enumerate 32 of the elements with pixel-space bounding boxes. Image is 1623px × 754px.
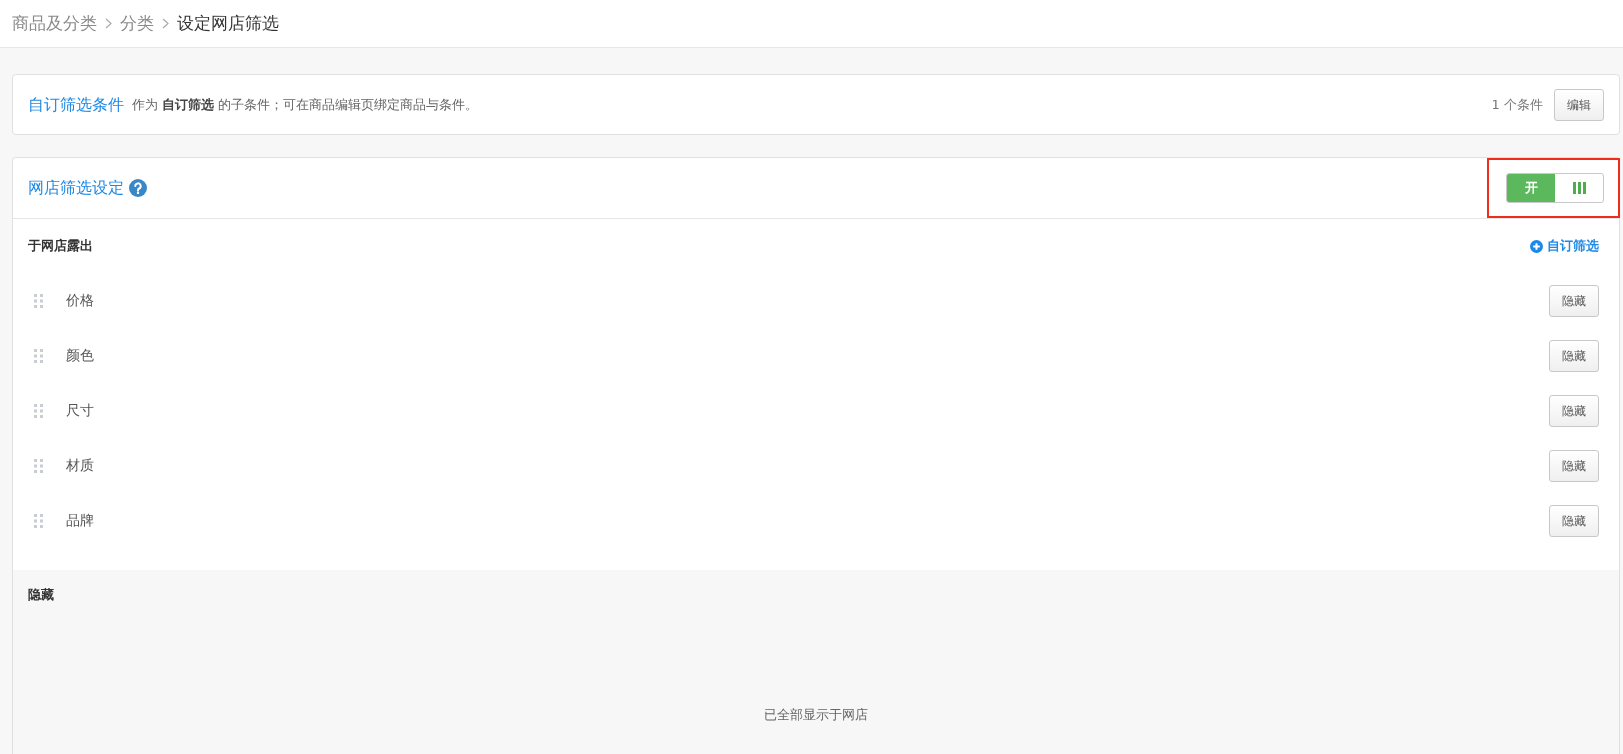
custom-filter-title: 自订筛选条件 (28, 93, 124, 116)
filter-name: 颜色 (66, 346, 94, 365)
drag-handle-icon[interactable] (34, 403, 43, 418)
filter-count: 1 个条件 (1491, 95, 1543, 114)
shop-filter-title: 网店筛选设定 (28, 177, 124, 199)
drag-handle-icon[interactable] (34, 348, 43, 363)
custom-filter-description: 作为 自订筛选 的子条件；可在商品编辑页绑定商品与条件。 (132, 95, 479, 114)
breadcrumb-link[interactable]: 分类 (120, 10, 154, 37)
breadcrumb-current: 设定网店筛选 (177, 11, 279, 35)
drag-handle-icon[interactable] (34, 458, 43, 473)
hide-button[interactable]: 隐藏 (1549, 284, 1599, 317)
help-icon[interactable] (129, 179, 147, 197)
filter-name: 尺寸 (66, 401, 94, 420)
hide-button[interactable]: 隐藏 (1549, 394, 1599, 427)
drag-handle-icon[interactable] (34, 513, 43, 528)
edit-button[interactable]: 编辑 (1554, 88, 1604, 121)
chevron-right-icon (105, 18, 112, 29)
filter-name: 价格 (66, 291, 94, 310)
hidden-section-heading: 隐藏 (28, 586, 55, 604)
filter-name: 品牌 (66, 511, 94, 530)
chevron-right-icon (162, 18, 169, 29)
empty-hidden-message: 已全部显示于网店 (763, 706, 869, 724)
hide-button[interactable]: 隐藏 (1549, 339, 1599, 372)
grip-icon (1572, 182, 1586, 194)
shown-section-heading: 于网店露出 (28, 237, 93, 255)
hide-button[interactable]: 隐藏 (1549, 449, 1599, 482)
hide-button[interactable]: 隐藏 (1549, 504, 1599, 537)
drag-handle-icon[interactable] (34, 293, 43, 308)
filter-name: 材质 (66, 456, 94, 475)
breadcrumb-link[interactable]: 商品及分类 (12, 10, 97, 37)
plus-circle-icon (1530, 239, 1543, 253)
add-custom-filter-link[interactable]: 自订筛选 (1530, 236, 1599, 256)
